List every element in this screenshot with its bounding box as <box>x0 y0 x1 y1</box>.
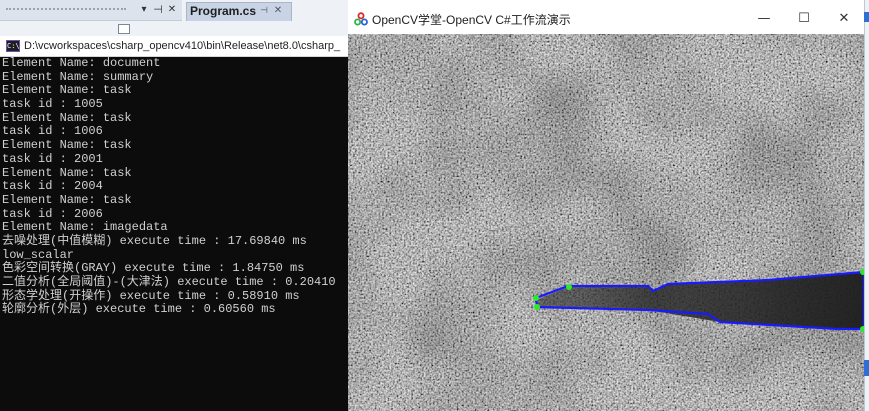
console-line: 二值分析(全局阈值)-(大津法) execute time : 0.20410 <box>2 275 336 289</box>
console-line: task id : 1005 <box>2 97 103 112</box>
console-line: task id : 2001 <box>2 151 103 166</box>
console-line: task id : 1006 <box>2 124 103 139</box>
console-line: Element Name: summary <box>2 69 154 84</box>
close-icon[interactable]: ✕ <box>166 3 178 17</box>
ide-side-strip <box>864 0 869 411</box>
console-line: Element Name: task <box>2 110 132 125</box>
contour-point <box>533 295 539 301</box>
tab-pin-icon[interactable]: ⊣ <box>258 3 270 19</box>
console-line: Element Name: task <box>2 83 132 98</box>
console-window-title: D:\vcworkspaces\csharp_opencv410\bin\Rel… <box>24 40 341 52</box>
console-line: 轮廓分析(外层) execute time : 0.60560 ms <box>2 302 276 317</box>
ide-drag-handle[interactable] <box>6 8 126 15</box>
contour-point <box>566 284 572 290</box>
scroll-marker <box>864 12 869 22</box>
opencv-image-canvas[interactable] <box>348 34 864 411</box>
console-line: Element Name: task <box>2 165 132 180</box>
opencv-logo-icon <box>354 12 368 26</box>
pin-icon[interactable]: ⊣ <box>152 3 164 17</box>
tab-close-icon[interactable]: ✕ <box>272 3 284 19</box>
console-output-lines: Element Name: document Element Name: summ… <box>2 57 336 317</box>
dropdown-icon[interactable]: ▾ <box>138 3 150 17</box>
console-line: Element Name: task <box>2 192 132 207</box>
console-output[interactable]: Element Name: document Element Name: summ… <box>0 57 348 411</box>
contour-point <box>534 304 540 310</box>
console-line: 去噪处理(中值模糊) execute time : 17.69840 ms <box>2 233 307 248</box>
image-shading <box>348 34 864 411</box>
console-line: 色彩空间转换(GRAY) execute time : 1.84750 ms <box>2 261 305 276</box>
console-line: task id : 2004 <box>2 179 103 194</box>
scroll-marker <box>864 360 869 376</box>
ide-checkbox-icon[interactable] <box>118 24 130 34</box>
minimize-button[interactable]: — <box>744 8 784 30</box>
maximize-button[interactable]: ☐ <box>784 8 824 30</box>
console-line: Element Name: document <box>2 57 161 70</box>
console-app-icon-text: C:\ <box>7 42 20 50</box>
tab-program-cs-label: Program.cs <box>190 4 257 18</box>
console-line: Element Name: imagedata <box>2 220 168 235</box>
opencv-window-title: OpenCV学堂-OpenCV C#工作流演示 <box>372 13 571 27</box>
console-line: task id : 2006 <box>2 206 103 221</box>
console-line: Element Name: task <box>2 138 132 153</box>
contour-result-image <box>348 34 864 411</box>
close-button[interactable]: ✕ <box>824 8 864 30</box>
